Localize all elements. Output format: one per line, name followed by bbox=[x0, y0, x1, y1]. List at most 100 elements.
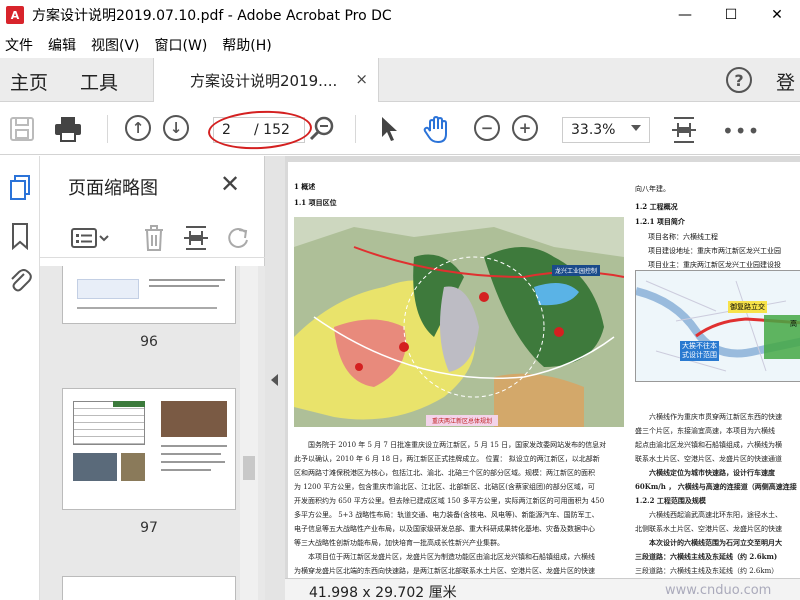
page-dimensions: 41.998 x 29.702 厘米 bbox=[309, 585, 457, 600]
thumbnail-text-line bbox=[149, 285, 219, 287]
body-line: 为 1200 平方公里，包含重庆市渝北区、江北区、北部新区、北碚区(含蔡家组团)… bbox=[294, 483, 595, 491]
chevron-left-icon bbox=[271, 374, 278, 386]
map-label: 龙兴工业园控制 bbox=[552, 265, 601, 276]
thumbnail-text-line bbox=[161, 469, 211, 471]
help-icon[interactable]: ? bbox=[726, 67, 752, 93]
tab-home[interactable]: 主页 bbox=[10, 68, 48, 95]
body-line: 60Km/h ， 六横线与高速的连接道（两侧高速连接 bbox=[635, 482, 797, 491]
zoom-level-select[interactable]: 33.3% bbox=[562, 117, 650, 143]
tab-document-label: 方案设计说明2019.... bbox=[190, 72, 338, 90]
map-label: 御复路立交 bbox=[728, 301, 767, 313]
map-label: 高 bbox=[790, 320, 797, 328]
body-line: 六横线作为重庆市贯穿两江新区东西的快速 bbox=[649, 413, 782, 421]
attachment-icon[interactable] bbox=[8, 266, 32, 298]
close-window-button[interactable]: ✕ bbox=[754, 0, 800, 30]
maximize-button[interactable]: ☐ bbox=[708, 0, 754, 30]
thumbnail-photo bbox=[161, 401, 227, 437]
thumbnail-photo bbox=[73, 453, 117, 481]
thumbnail-image bbox=[77, 279, 139, 299]
body-line: 多平方公里。 5+3 战略性布局：轨道交通、电力装备(含核电、风电等)、新能源汽… bbox=[294, 511, 599, 519]
thumbnail-page-number: 96 bbox=[140, 334, 158, 350]
body-paragraph: 六横线作为重庆市贯穿两江新区东西的快速 盛三个片区，东接渝宜高速，本项目为六横线… bbox=[635, 410, 797, 578]
tab-close-icon[interactable]: × bbox=[355, 70, 368, 88]
regional-plan-map: 龙兴工业园控制 重庆两江新区总体规划 bbox=[294, 217, 624, 427]
print-icon[interactable] bbox=[53, 115, 83, 147]
section-heading: 1.1 项目区位 bbox=[294, 198, 337, 207]
chevron-down-icon bbox=[631, 125, 641, 131]
page-thumbnails-icon[interactable] bbox=[8, 174, 32, 206]
acrobat-app-icon: A bbox=[6, 6, 24, 24]
body-line: 三段道路：六横线主线及东延线（约 2.6km） bbox=[635, 567, 779, 575]
zoom-search-icon[interactable] bbox=[308, 115, 336, 147]
save-icon[interactable] bbox=[8, 115, 36, 147]
body-line: 向八年建。 bbox=[635, 185, 670, 193]
body-line: 电子信息等五大战略性产业布局，以及国家级研发总部、重大科研成果转化基地、灾备及数… bbox=[294, 525, 595, 533]
panel-close-icon[interactable]: ✕ bbox=[220, 170, 240, 198]
body-line: 开发面积约为 650 平方公里。但去除已建成区域 150 多平方公里，实际两江新… bbox=[294, 497, 605, 505]
extract-page-icon[interactable] bbox=[183, 224, 209, 256]
body-line: 项目业主：重庆两江新区龙兴工业园建设投 bbox=[648, 261, 781, 269]
toolbar: ↑ ↓ 2 / 152 − + 33.3% ••• bbox=[0, 103, 800, 155]
zoom-out-icon[interactable]: − bbox=[474, 115, 500, 141]
body-paragraph: 国务院于 2010 年 5 月 7 日批准重庆设立两江新区，5 月 15 日，国… bbox=[294, 438, 606, 578]
section-heading: 1.2.2 工程范围及规模 bbox=[635, 496, 706, 505]
hand-tool-icon[interactable] bbox=[422, 115, 452, 149]
toolbar-divider bbox=[355, 115, 356, 143]
highlight-circle-annotation bbox=[207, 108, 313, 152]
thumbnail-page-98[interactable] bbox=[62, 576, 236, 600]
menu-view[interactable]: 视图(V) bbox=[91, 35, 140, 55]
document-view[interactable]: 1 概述 1.1 项目区位 龙兴工业园控制 重庆两江新区总体规划 国务院于 20… bbox=[285, 156, 800, 600]
minimize-button[interactable]: — bbox=[662, 0, 708, 30]
menu-edit[interactable]: 编辑 bbox=[48, 35, 76, 55]
body-line: 联系水土片区、空港片区、龙盛片区的快速通道 bbox=[635, 455, 782, 463]
body-line: 项目名称：六横线工程 bbox=[648, 233, 718, 241]
body-line: 本项目位于两江新区龙盛片区，龙盛片区为制造功能区由渝北区龙兴镇和石船镇组成，六横… bbox=[308, 553, 595, 561]
pdf-page: 1 概述 1.1 项目区位 龙兴工业园控制 重庆两江新区总体规划 国务院于 20… bbox=[288, 162, 800, 582]
sign-in-button[interactable]: 登 bbox=[776, 68, 795, 95]
zoom-level-value: 33.3% bbox=[571, 122, 616, 138]
thumbnail-text-line bbox=[149, 279, 225, 281]
previous-page-icon[interactable]: ↑ bbox=[125, 115, 151, 141]
thumbnail-table bbox=[73, 401, 145, 445]
menu-file[interactable]: 文件 bbox=[5, 35, 33, 55]
thumbnail-scrollbar[interactable] bbox=[240, 266, 258, 600]
body-line: 本次设计的六横线范围为石河立交至明月大 bbox=[649, 538, 782, 547]
thumbnail-text-line bbox=[161, 445, 227, 447]
thumbnail-text-line bbox=[161, 453, 221, 455]
thumbnail-page-number: 97 bbox=[140, 520, 158, 536]
body-line: 项目建设地址：重庆市两江新区龙兴工业园 bbox=[648, 247, 781, 255]
thumbnail-options-icon[interactable] bbox=[70, 226, 110, 254]
thumbnail-page-96[interactable] bbox=[62, 266, 236, 324]
section-heading: 1.2.1 项目简介 bbox=[635, 217, 685, 226]
select-cursor-icon[interactable] bbox=[378, 115, 400, 147]
location-map: 御复路立交 大挨不往本 式设计范围 高 bbox=[635, 270, 800, 382]
scrollbar-thumb[interactable] bbox=[243, 456, 255, 480]
section-heading: 1.2 工程概况 bbox=[635, 202, 678, 211]
zoom-in-icon[interactable]: + bbox=[512, 115, 538, 141]
menu-help[interactable]: 帮助(H) bbox=[222, 35, 271, 55]
menu-window[interactable]: 窗口(W) bbox=[155, 35, 208, 55]
tab-tools[interactable]: 工具 bbox=[80, 68, 118, 95]
body-line: 盛三个片区，东接渝宜高速，本项目为六横线 bbox=[635, 427, 775, 435]
delete-page-icon[interactable] bbox=[142, 224, 166, 256]
rotate-page-icon[interactable] bbox=[225, 224, 251, 256]
toolbar-divider bbox=[107, 115, 108, 143]
bookmark-icon[interactable] bbox=[10, 222, 30, 254]
thumbnail-photo bbox=[121, 453, 145, 481]
tab-document[interactable]: 方案设计说明2019.... × bbox=[153, 58, 379, 102]
panel-collapse-handle[interactable] bbox=[265, 156, 285, 600]
menu-bar: 文件 编辑 视图(V) 窗口(W) 帮助(H) bbox=[0, 33, 800, 57]
window-controls: — ☐ ✕ bbox=[662, 0, 800, 30]
next-page-icon[interactable]: ↓ bbox=[163, 115, 189, 141]
body-line: 为横穿龙盛片区北端的东西向快速路，是两江新区北部联系水土片区、空港片区、龙盛片区… bbox=[294, 567, 595, 575]
more-options-icon[interactable]: ••• bbox=[722, 119, 760, 143]
window-title: 方案设计说明2019.07.10.pdf - Adobe Acrobat Pro… bbox=[32, 8, 392, 24]
map-label: 大挨不往本 式设计范围 bbox=[680, 341, 719, 361]
fit-page-icon[interactable] bbox=[670, 115, 698, 149]
thumbnail-page-97[interactable] bbox=[62, 388, 236, 510]
body-line: 国务院于 2010 年 5 月 7 日批准重庆设立两江新区，5 月 15 日，国… bbox=[308, 441, 607, 449]
body-line: 三段道路：六横线主线及东延线（约 2.6km) bbox=[635, 552, 778, 561]
map-caption: 重庆两江新区总体规划 bbox=[426, 415, 499, 426]
watermark-logo: www.cnduo.com bbox=[665, 583, 772, 598]
panel-title: 页面缩略图 bbox=[68, 178, 158, 199]
